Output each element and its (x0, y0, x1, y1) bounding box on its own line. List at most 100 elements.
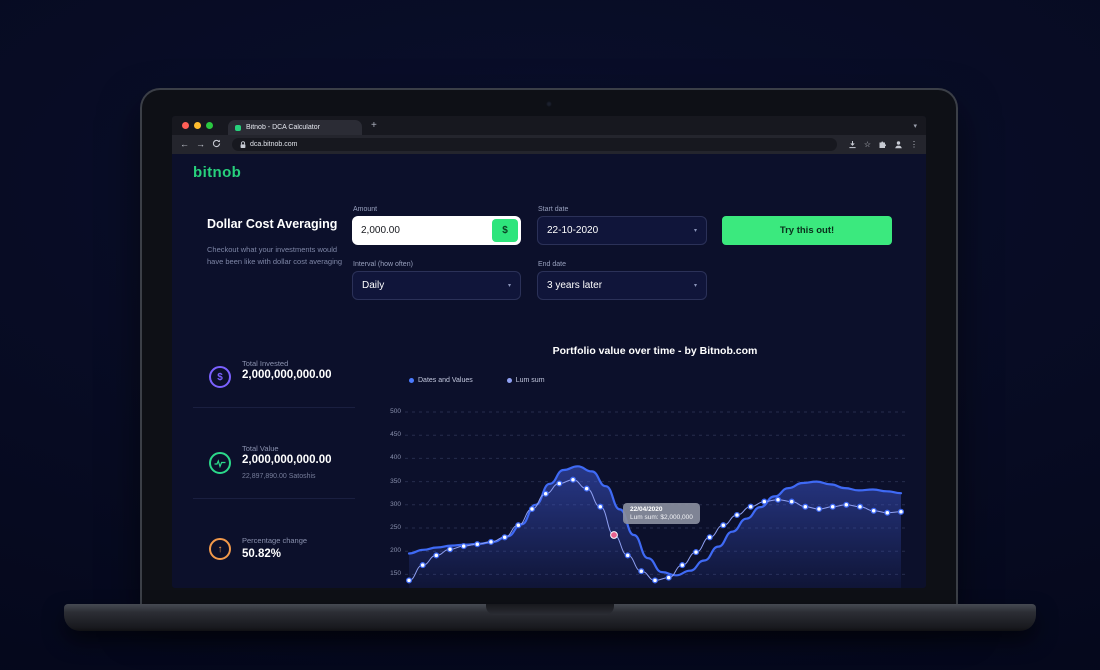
backdrop: { "browser": { "tab_title": "Bitnob - DC… (0, 0, 1100, 670)
legend-dot-icon (507, 378, 512, 383)
forward-icon[interactable]: → (196, 140, 205, 149)
dollar-icon: $ (209, 366, 231, 388)
back-icon[interactable]: ← (180, 140, 189, 149)
chart-point[interactable] (571, 477, 576, 482)
chevron-down-icon: ▾ (508, 282, 511, 289)
chart-point[interactable] (448, 547, 453, 552)
chart-point[interactable] (434, 553, 439, 558)
chart-point[interactable] (543, 491, 548, 496)
minimize-window-button[interactable] (194, 122, 201, 129)
chart-point[interactable] (625, 553, 630, 558)
portfolio-chart: 500450400350300250200150 22/04/2020 Lum … (375, 402, 905, 588)
try-this-out-button[interactable]: Try this out! (722, 216, 892, 245)
chart-point[interactable] (721, 523, 726, 528)
chart-point[interactable] (420, 563, 425, 568)
percentage-change-value: 50.82% (242, 548, 281, 560)
activity-icon (209, 452, 231, 474)
chart-point[interactable] (557, 481, 562, 486)
chart-point[interactable] (598, 504, 603, 509)
chart-point[interactable] (762, 499, 767, 504)
chart-ytick-label: 350 (390, 478, 401, 485)
chart-point[interactable] (680, 563, 685, 568)
page-title: Dollar Cost Averaging (207, 217, 337, 231)
profile-icon[interactable] (894, 140, 903, 149)
amount-label: Amount (353, 206, 377, 213)
dca-calculator-page: bitnob Dollar Cost Averaging Checkout wh… (172, 154, 926, 588)
download-icon[interactable] (848, 140, 857, 149)
chart-point[interactable] (584, 486, 589, 491)
chart-point[interactable] (694, 550, 699, 555)
extensions-icon[interactable] (878, 140, 887, 149)
chart-ytick-label: 450 (390, 431, 401, 438)
laptop-screen: Bitnob - DCA Calculator + ▾ ← → dca.bitn… (140, 88, 958, 606)
interval-select[interactable]: Daily ▾ (352, 271, 521, 300)
chart-point[interactable] (858, 504, 863, 509)
browser-menu-icon[interactable]: ⋮ (910, 141, 918, 149)
reload-icon[interactable] (212, 139, 221, 150)
chart-point[interactable] (639, 569, 644, 574)
legend-item-lum-sum[interactable]: Lum sum (507, 377, 545, 384)
chart-point[interactable] (407, 578, 412, 583)
zoom-window-button[interactable] (206, 122, 213, 129)
chart-point[interactable] (844, 502, 849, 507)
url-text: dca.bitnob.com (250, 141, 297, 148)
new-tab-button[interactable]: + (371, 121, 377, 131)
bitnob-logo: bitnob (193, 164, 241, 181)
interval-label: Interval (how often) (353, 261, 413, 268)
chart-point[interactable] (830, 504, 835, 509)
url-bar[interactable]: dca.bitnob.com (232, 138, 837, 151)
end-date-select[interactable]: 3 years later ▾ (537, 271, 707, 300)
chart-point[interactable] (516, 523, 521, 528)
chart-point[interactable] (735, 513, 740, 518)
page-description: Checkout what your investments would hav… (207, 244, 355, 267)
chart-point[interactable] (748, 504, 753, 509)
window-controls (182, 122, 218, 129)
chart-point[interactable] (666, 575, 671, 580)
chart-point[interactable] (817, 507, 822, 512)
chart-point[interactable] (789, 499, 794, 504)
chart-point[interactable] (502, 535, 507, 540)
chart-highlight-point[interactable] (611, 532, 618, 539)
close-window-button[interactable] (182, 122, 189, 129)
legend-item-dates-and-values[interactable]: Dates and Values (409, 377, 473, 384)
amount-input[interactable] (352, 225, 470, 236)
chart-point[interactable] (653, 578, 658, 583)
chart-point[interactable] (899, 509, 904, 514)
chart-point[interactable] (776, 497, 781, 502)
total-value-value: 2,000,000,000.00 (242, 454, 332, 466)
start-date-value: 22-10-2020 (547, 225, 598, 236)
amount-field: $ (352, 216, 521, 245)
chart-point[interactable] (489, 540, 494, 545)
chart-ytick-label: 300 (390, 501, 401, 508)
interval-value: Daily (362, 280, 384, 291)
lock-icon (240, 141, 246, 149)
laptop-base-notch (486, 604, 614, 615)
legend-dot-icon (409, 378, 414, 383)
bookmark-star-icon[interactable]: ☆ (864, 141, 871, 149)
start-date-select[interactable]: 22-10-2020 ▾ (537, 216, 707, 245)
chart-ytick-label: 400 (390, 454, 401, 461)
chart-svg[interactable] (405, 402, 905, 588)
start-date-label: Start date (538, 206, 568, 213)
chart-title: Portfolio value over time - by Bitnob.co… (405, 345, 905, 357)
chart-ytick-label: 150 (390, 570, 401, 577)
bitnob-favicon-icon (235, 125, 241, 131)
currency-button[interactable]: $ (492, 219, 518, 242)
chart-point[interactable] (803, 504, 808, 509)
legend-label: Dates and Values (418, 377, 473, 384)
chart-ytick-label: 500 (390, 408, 401, 415)
total-invested-label: Total Invested (242, 359, 288, 368)
chart-point[interactable] (530, 507, 535, 512)
tab-search-chevron-icon[interactable]: ▾ (913, 122, 917, 130)
chart-ytick-label: 200 (390, 547, 401, 554)
browser-toolbar: ← → dca.bitnob.com ☆ ⋮ (172, 135, 926, 154)
arrow-up-icon: ↑ (209, 538, 231, 560)
browser-tabbar: Bitnob - DCA Calculator + ▾ (172, 116, 926, 135)
chart-point[interactable] (707, 535, 712, 540)
browser-tab[interactable]: Bitnob - DCA Calculator (228, 120, 362, 135)
chart-point[interactable] (475, 542, 480, 547)
chart-point[interactable] (885, 510, 890, 515)
chart-point[interactable] (871, 508, 876, 513)
chart-point[interactable] (461, 544, 466, 549)
chart-ytick-label: 250 (390, 524, 401, 531)
